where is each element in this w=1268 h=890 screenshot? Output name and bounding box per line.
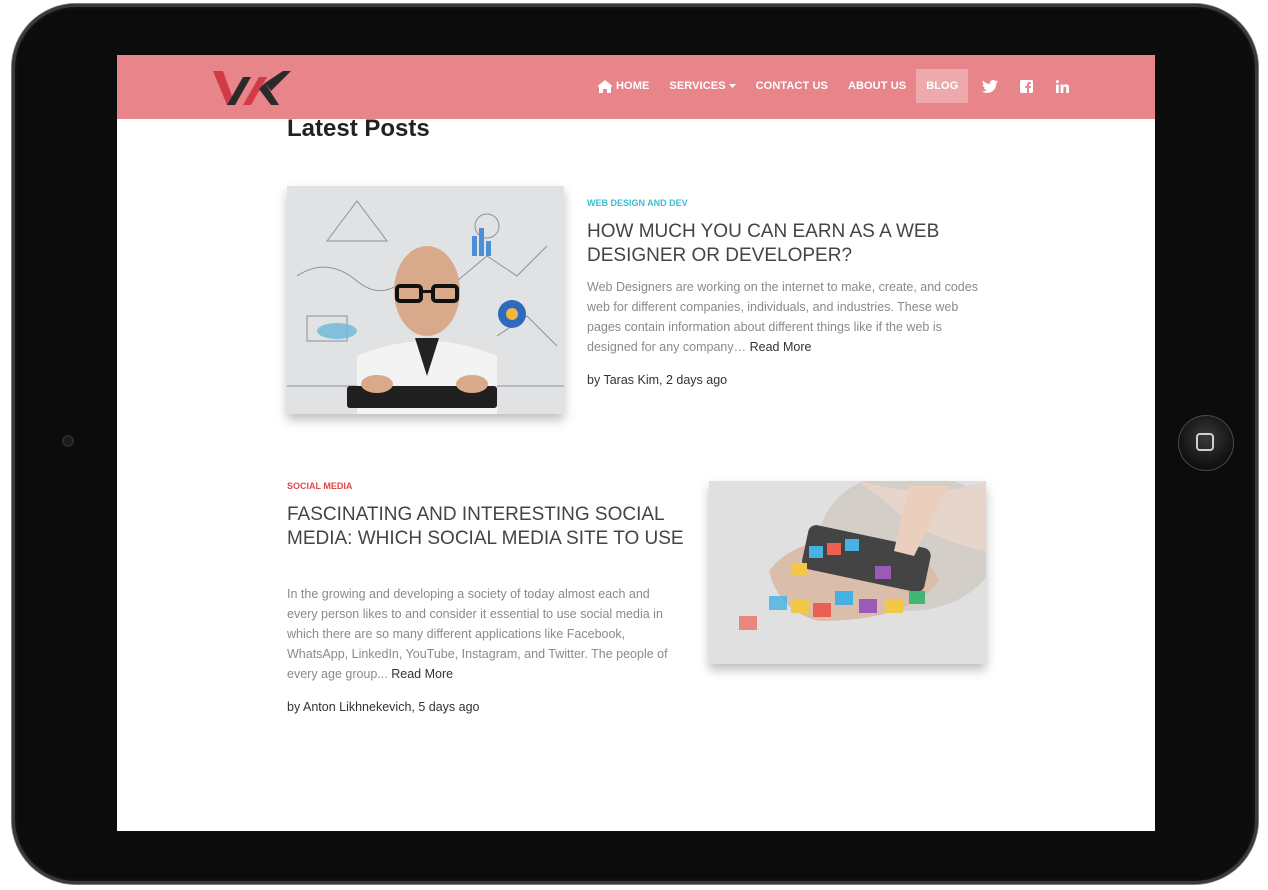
nav-home[interactable]: HOME bbox=[587, 69, 659, 103]
social-links bbox=[972, 69, 1080, 103]
nav-contact[interactable]: CONTACT US bbox=[746, 69, 838, 103]
post-2-excerpt-text: In the growing and developing a society … bbox=[287, 587, 668, 681]
site-logo[interactable] bbox=[213, 69, 293, 107]
home-button[interactable] bbox=[1178, 415, 1234, 471]
post-2-read-more[interactable]: Read More bbox=[391, 667, 453, 681]
twitter-link[interactable] bbox=[972, 69, 1008, 103]
home-icon bbox=[597, 79, 613, 93]
nav-blog[interactable]: BLOG bbox=[916, 69, 969, 103]
post-1-image[interactable] bbox=[287, 186, 564, 414]
nav-blog-label: BLOG bbox=[926, 80, 959, 92]
page-title: Latest Posts bbox=[287, 115, 430, 142]
nav-services-label: SERVICES bbox=[669, 80, 726, 92]
post-2-illustration bbox=[709, 481, 986, 664]
home-square-icon bbox=[1196, 433, 1214, 451]
post-2-excerpt: In the growing and developing a society … bbox=[287, 584, 682, 684]
facebook-icon bbox=[1019, 79, 1033, 93]
post-1-title[interactable]: HOW MUCH YOU CAN EARN AS A WEB DESIGNER … bbox=[587, 220, 977, 268]
top-navbar: HOME SERVICES CONTACT US ABOUT US BLOG bbox=[117, 55, 1155, 119]
post-1-category[interactable]: WEB DESIGN AND DEV bbox=[587, 198, 688, 208]
chevron-down-icon bbox=[728, 83, 736, 88]
post-1-illustration bbox=[287, 186, 564, 414]
twitter-icon bbox=[982, 79, 999, 93]
post-1-excerpt: Web Designers are working on the interne… bbox=[587, 277, 982, 357]
linkedin-icon bbox=[1055, 79, 1069, 93]
screen: HOME SERVICES CONTACT US ABOUT US BLOG L… bbox=[117, 55, 1155, 831]
nav-contact-label: CONTACT US bbox=[755, 80, 828, 92]
camera-icon bbox=[62, 435, 74, 447]
linkedin-link[interactable] bbox=[1044, 69, 1080, 103]
post-1-read-more[interactable]: Read More bbox=[750, 340, 812, 354]
nav-home-label: HOME bbox=[616, 80, 650, 92]
main-nav: HOME SERVICES CONTACT US ABOUT US BLOG bbox=[587, 69, 1080, 103]
post-2-byline: by Anton Likhnekevich, 5 days ago bbox=[287, 700, 480, 714]
nav-about[interactable]: ABOUT US bbox=[838, 69, 916, 103]
nav-about-label: ABOUT US bbox=[847, 80, 907, 92]
tablet-frame: HOME SERVICES CONTACT US ABOUT US BLOG L… bbox=[12, 4, 1258, 884]
post-2-category[interactable]: SOCIAL MEDIA bbox=[287, 481, 352, 491]
facebook-link[interactable] bbox=[1008, 69, 1044, 103]
post-1-byline: by Taras Kim, 2 days ago bbox=[587, 373, 728, 387]
post-2-image[interactable] bbox=[709, 481, 986, 664]
post-2-title[interactable]: FASCINATING AND INTERESTING SOCIAL MEDIA… bbox=[287, 503, 687, 551]
nav-services[interactable]: SERVICES bbox=[659, 69, 745, 103]
